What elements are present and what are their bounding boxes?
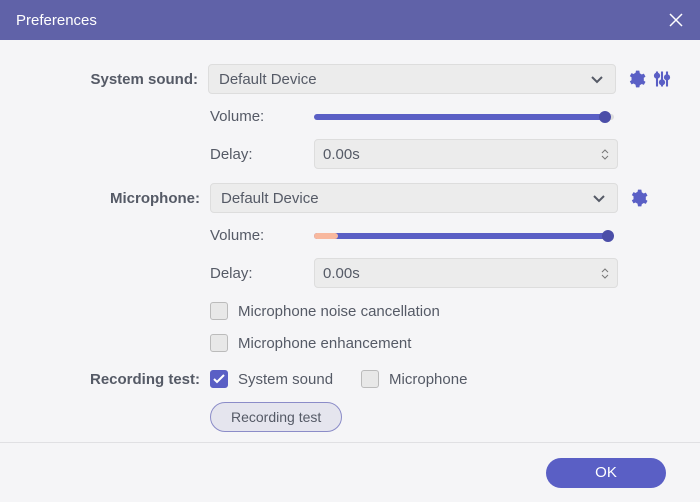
noise-cancellation-label: Microphone noise cancellation xyxy=(238,303,440,320)
chevron-down-icon xyxy=(591,190,607,206)
close-icon[interactable] xyxy=(668,12,684,28)
recording-test-system-checkbox[interactable] xyxy=(210,370,228,388)
system-sound-device-value: Default Device xyxy=(219,71,317,88)
mic-delay-spinner[interactable]: 0.00s xyxy=(314,258,618,288)
recording-test-mic-checkbox[interactable] xyxy=(361,370,379,388)
mic-volume-thumb[interactable] xyxy=(602,230,614,242)
mixer-icon[interactable] xyxy=(652,69,672,89)
noise-cancellation-checkbox[interactable] xyxy=(210,302,228,320)
titlebar: Preferences xyxy=(0,0,700,40)
preferences-form: System sound: Default Device Volume: xyxy=(0,40,700,458)
recording-test-button[interactable]: Recording test xyxy=(210,402,342,432)
recording-test-system-label: System sound xyxy=(238,371,333,388)
mic-delay-value: 0.00s xyxy=(323,265,360,282)
system-delay-label: Delay: xyxy=(210,146,314,163)
recording-test-label: Recording test: xyxy=(28,371,210,388)
mic-delay-label: Delay: xyxy=(210,265,314,282)
footer: OK xyxy=(0,442,700,502)
system-sound-gear-icon[interactable] xyxy=(626,69,646,89)
ok-button[interactable]: OK xyxy=(546,458,666,488)
chevron-down-icon xyxy=(589,71,605,87)
enhancement-checkbox[interactable] xyxy=(210,334,228,352)
system-delay-value: 0.00s xyxy=(323,146,360,163)
mic-volume-slider[interactable] xyxy=(314,233,614,239)
spinner-down-icon[interactable] xyxy=(601,155,609,160)
system-volume-thumb[interactable] xyxy=(599,111,611,123)
microphone-device-value: Default Device xyxy=(221,190,319,207)
system-delay-spinner[interactable]: 0.00s xyxy=(314,139,618,169)
spinner-up-icon[interactable] xyxy=(601,268,609,273)
microphone-gear-icon[interactable] xyxy=(628,188,648,208)
system-sound-label: System sound: xyxy=(28,71,208,88)
spinner-down-icon[interactable] xyxy=(601,274,609,279)
recording-test-mic-label: Microphone xyxy=(389,371,467,388)
spinner-up-icon[interactable] xyxy=(601,149,609,154)
system-volume-label: Volume: xyxy=(210,108,314,125)
system-sound-device-dropdown[interactable]: Default Device xyxy=(208,64,616,94)
enhancement-label: Microphone enhancement xyxy=(238,335,411,352)
microphone-device-dropdown[interactable]: Default Device xyxy=(210,183,618,213)
mic-volume-label: Volume: xyxy=(210,227,314,244)
system-volume-slider[interactable] xyxy=(314,114,614,120)
dialog-title: Preferences xyxy=(16,12,97,29)
microphone-label: Microphone: xyxy=(28,190,210,207)
